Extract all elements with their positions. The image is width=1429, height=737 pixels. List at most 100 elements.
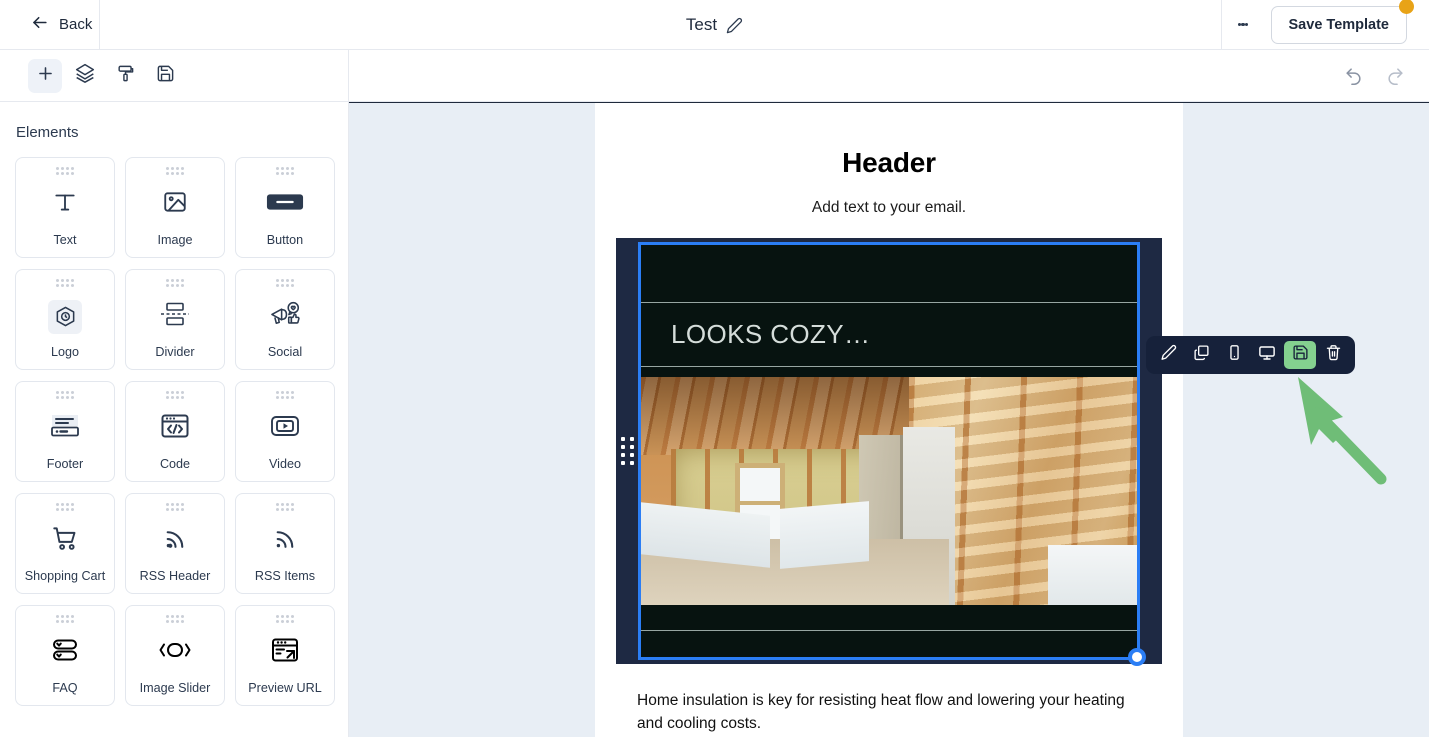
toolbar-button-save[interactable] (148, 59, 182, 93)
drag-handle-dots[interactable] (276, 503, 294, 511)
banner-bottom-strip-1 (641, 605, 1137, 631)
back-button[interactable]: Back (0, 0, 100, 50)
email-subheading: Add text to your email. (811, 199, 967, 216)
email-body-text[interactable]: Home insulation is key for resisting hea… (595, 664, 1183, 736)
annotation-arrow-icon (1298, 377, 1387, 485)
save-template-wrapper: Save Template (1270, 0, 1414, 44)
divider-icon (160, 301, 190, 332)
editor-body: Elements Text Image Button Logo Divider … (0, 102, 1429, 737)
email-header-section[interactable]: Header Add text to your email. (595, 103, 1183, 217)
image-picture-icon (162, 189, 188, 220)
element-label: Code (159, 457, 191, 472)
drag-handle-dots[interactable] (166, 167, 184, 175)
editor-toolbar (0, 49, 1429, 102)
drag-handle-dots[interactable] (166, 503, 184, 511)
element-card-video[interactable]: Video (235, 381, 335, 482)
element-label: Button (266, 233, 304, 248)
elements-grid: Text Image Button Logo Divider Social Fo… (0, 157, 348, 706)
logo-hexagon-icon (48, 299, 82, 334)
element-desktop-view-button[interactable] (1251, 341, 1283, 369)
drag-handle-dots[interactable] (166, 391, 184, 399)
preview-url-icon (270, 637, 300, 668)
page-title: Test (685, 15, 718, 34)
layers-icon (75, 63, 95, 88)
element-edit-button[interactable] (1152, 341, 1184, 369)
drag-handle-dots[interactable] (56, 167, 74, 175)
element-label: Social (267, 345, 303, 360)
element-card-image-slider[interactable]: Image Slider (125, 605, 225, 706)
toolbar-button-add-element[interactable] (28, 58, 62, 93)
drag-handle-dots[interactable] (276, 391, 294, 399)
element-label: Text (53, 233, 77, 248)
drag-handle-dots[interactable] (166, 615, 184, 623)
element-label: Footer (46, 457, 84, 472)
selected-image-block[interactable]: LOOKS COZY… (616, 238, 1162, 666)
drag-handle-dots[interactable] (56, 615, 74, 623)
element-save-button[interactable] (1284, 341, 1316, 369)
pencil-icon (1160, 344, 1177, 366)
footer-icon (49, 413, 81, 444)
element-card-divider[interactable]: Divider (125, 269, 225, 370)
undo-arrow-icon[interactable] (1339, 62, 1367, 90)
toolbar-button-layers[interactable] (68, 59, 102, 93)
drag-handle-dots[interactable] (56, 391, 74, 399)
element-card-logo[interactable]: Logo (15, 269, 115, 370)
back-label: Back (59, 16, 93, 33)
trash-can-icon (1325, 344, 1342, 366)
save-template-button[interactable]: Save Template (1270, 5, 1407, 44)
redo-arrow-icon[interactable] (1381, 62, 1409, 90)
element-card-button[interactable]: Button (235, 157, 335, 258)
element-card-text[interactable]: Text (15, 157, 115, 258)
mobile-phone-icon (1226, 344, 1243, 366)
desktop-monitor-icon (1258, 344, 1276, 367)
drag-handle-dots[interactable] (276, 279, 294, 287)
element-duplicate-button[interactable] (1185, 341, 1217, 369)
drag-handle-dots[interactable] (276, 167, 294, 175)
banner-bottom-strip-2 (641, 631, 1137, 657)
email-body: Header Add text to your email. LOOKS COZ… (595, 103, 1183, 737)
drag-handle-dots[interactable] (56, 503, 74, 511)
element-label: Divider (155, 345, 195, 360)
drag-handle-dots[interactable] (56, 279, 74, 287)
element-card-rss-items[interactable]: RSS Items (235, 493, 335, 594)
banner-top-strip (641, 245, 1137, 303)
kebab-menu-icon[interactable] (1220, 0, 1265, 50)
toolbar-button-styles[interactable] (108, 59, 142, 93)
insulation-room-photo (641, 377, 1137, 605)
floppy-disk-icon (156, 64, 175, 88)
block-resize-handle[interactable] (1128, 648, 1146, 666)
element-card-image[interactable]: Image (125, 157, 225, 258)
element-card-rss-header[interactable]: RSS Header (125, 493, 225, 594)
banner-text-row: LOOKS COZY… (641, 303, 1137, 367)
rss-feed-icon (163, 526, 188, 556)
banner-text: LOOKS COZY… (671, 319, 871, 349)
element-label: Shopping Cart (24, 569, 106, 584)
element-label: Image (157, 233, 193, 248)
element-card-social[interactable]: Social (235, 269, 335, 370)
block-drag-handle[interactable] (616, 238, 638, 664)
elements-panel: Elements Text Image Button Logo Divider … (0, 102, 349, 737)
element-card-code[interactable]: Code (125, 381, 225, 482)
elements-panel-title: Elements (16, 124, 79, 141)
email-heading: Header (842, 147, 936, 178)
element-card-preview-url[interactable]: Preview URL (235, 605, 335, 706)
element-card-footer[interactable]: Footer (15, 381, 115, 482)
element-card-shopping-cart[interactable]: Shopping Cart (15, 493, 115, 594)
drag-handle-dots[interactable] (276, 615, 294, 623)
duplicate-copy-icon (1193, 344, 1210, 366)
banner-mid-strip (641, 367, 1137, 377)
top-bar: Back Test Save Template (0, 0, 1429, 50)
video-play-icon (270, 414, 300, 443)
drag-handle-dots[interactable] (166, 279, 184, 287)
element-mobile-view-button[interactable] (1218, 341, 1250, 369)
editor-tool-group (0, 49, 349, 102)
element-card-faq[interactable]: FAQ (15, 605, 115, 706)
button-pill-icon (266, 192, 304, 217)
pencil-icon[interactable] (726, 17, 743, 34)
element-label: Logo (50, 345, 80, 360)
element-label: FAQ (52, 681, 78, 696)
block-selection-frame[interactable]: LOOKS COZY… (638, 242, 1146, 666)
history-controls (1339, 62, 1429, 90)
template-editor-app: Back Test Save Template Elements Text Im… (0, 0, 1429, 737)
element-delete-button[interactable] (1317, 341, 1349, 369)
